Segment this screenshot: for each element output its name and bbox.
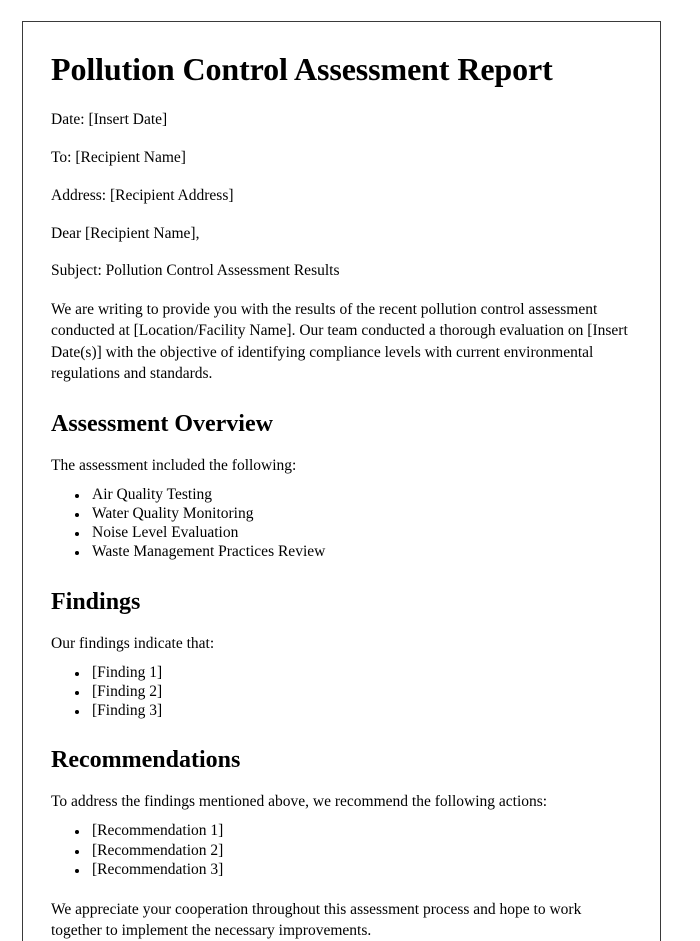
- list-item: Air Quality Testing: [89, 486, 632, 504]
- list-item: Waste Management Practices Review: [89, 543, 632, 561]
- meta-line-date: Date: [Insert Date]: [51, 110, 168, 128]
- document-body: Pollution Control Assessment Report Date…: [51, 22, 632, 941]
- list-item: [Recommendation 1]: [89, 822, 632, 840]
- recommendations-list: [Recommendation 1] [Recommendation 2] [R…: [51, 822, 632, 879]
- section-heading-recommendations: Recommendations: [51, 747, 241, 774]
- assessment-overview-list: Air Quality Testing Water Quality Monito…: [51, 486, 632, 562]
- list-item: [Recommendation 3]: [89, 861, 632, 879]
- meta-line-address: Address: [Recipient Address]: [51, 186, 234, 204]
- meta-line-to: To: [Recipient Name]: [51, 148, 186, 166]
- list-item: Noise Level Evaluation: [89, 524, 632, 542]
- section-heading-findings: Findings: [51, 588, 141, 615]
- findings-list: [Finding 1] [Finding 2] [Finding 3]: [51, 664, 632, 721]
- closing-paragraph: We appreciate your cooperation throughou…: [51, 901, 582, 940]
- section-intro-recommendations: To address the findings mentioned above,…: [51, 793, 548, 811]
- section-heading-assessment-overview: Assessment Overview: [51, 410, 273, 437]
- page-title: Pollution Control Assessment Report: [51, 51, 553, 87]
- list-item: [Finding 2]: [89, 683, 632, 701]
- section-intro-assessment-overview: The assessment included the following:: [51, 456, 297, 474]
- list-item: Water Quality Monitoring: [89, 505, 632, 523]
- opening-paragraph: We are writing to provide you with the r…: [51, 301, 628, 382]
- meta-line-salutation: Dear [Recipient Name],: [51, 224, 200, 242]
- section-intro-findings: Our findings indicate that:: [51, 634, 215, 652]
- list-item: [Finding 1]: [89, 664, 632, 682]
- list-item: [Recommendation 2]: [89, 842, 632, 860]
- list-item: [Finding 3]: [89, 702, 632, 720]
- meta-line-subject: Subject: Pollution Control Assessment Re…: [51, 262, 340, 280]
- document-page: Pollution Control Assessment Report Date…: [22, 21, 661, 941]
